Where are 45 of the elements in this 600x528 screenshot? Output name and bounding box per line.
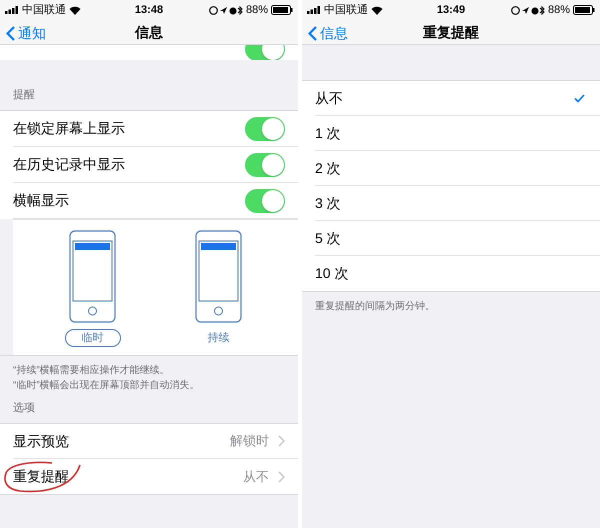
nav-title: 信息 xyxy=(135,22,163,42)
signal-icon xyxy=(307,6,321,14)
battery-icon xyxy=(270,5,293,15)
row-label: 1 次 xyxy=(315,124,341,142)
toggle-switch[interactable] xyxy=(245,188,285,212)
row-value: 从不 xyxy=(243,468,269,486)
section-header: 提醒 xyxy=(13,88,35,102)
footer-note: “持续”横幅需要相应操作才能继续。 xyxy=(13,364,171,378)
row-label: 重复提醒 xyxy=(13,467,69,486)
row-label: 横幅显示 xyxy=(13,191,69,210)
footer-note: “临时”横幅会出现在屏幕顶部并自动消失。 xyxy=(13,378,201,393)
chevron-right-icon xyxy=(278,435,285,447)
carrier-name: 中国联通 xyxy=(22,2,66,18)
toggle-switch[interactable] xyxy=(245,116,285,140)
row-label: 2 次 xyxy=(315,158,341,178)
row-label: 10 次 xyxy=(315,264,348,283)
chevron-right-icon xyxy=(278,470,285,482)
row-label: 在历史记录中显示 xyxy=(13,155,125,174)
carrier-name: 中国联通 xyxy=(324,2,368,18)
row-label: 5 次 xyxy=(315,228,341,248)
back-button[interactable]: 信息 xyxy=(308,23,348,44)
status-time: 13:48 xyxy=(134,2,164,18)
nav-title: 重复提醒 xyxy=(423,22,479,42)
status-icons-drawing xyxy=(208,6,243,14)
status-time: 13:49 xyxy=(436,2,466,18)
row-label: 从不 xyxy=(315,88,343,108)
back-button[interactable]: 通知 xyxy=(6,23,46,44)
row-label: 显示预览 xyxy=(13,432,69,450)
section-header: 选项 xyxy=(13,400,35,416)
battery-percent: 88% xyxy=(548,2,570,18)
row-label: 3 次 xyxy=(315,194,341,212)
battery-percent: 88% xyxy=(246,2,268,18)
banner-style-option[interactable]: 临时 xyxy=(64,329,120,347)
signal-icon xyxy=(5,6,19,14)
footer-note: 重复提醒的间隔为两分钟。 xyxy=(315,300,436,314)
chevron-left-icon xyxy=(308,26,317,41)
wifi-icon xyxy=(371,6,383,14)
wifi-icon xyxy=(69,6,81,14)
banner-style-option[interactable]: 持续 xyxy=(190,329,246,347)
row-value: 解锁时 xyxy=(230,432,269,450)
status-icons-drawing xyxy=(510,6,545,14)
toggle-switch[interactable] xyxy=(245,152,285,176)
battery-icon xyxy=(572,5,595,15)
chevron-left-icon xyxy=(6,26,15,41)
row-label: 在锁定屏幕上显示 xyxy=(13,119,125,138)
